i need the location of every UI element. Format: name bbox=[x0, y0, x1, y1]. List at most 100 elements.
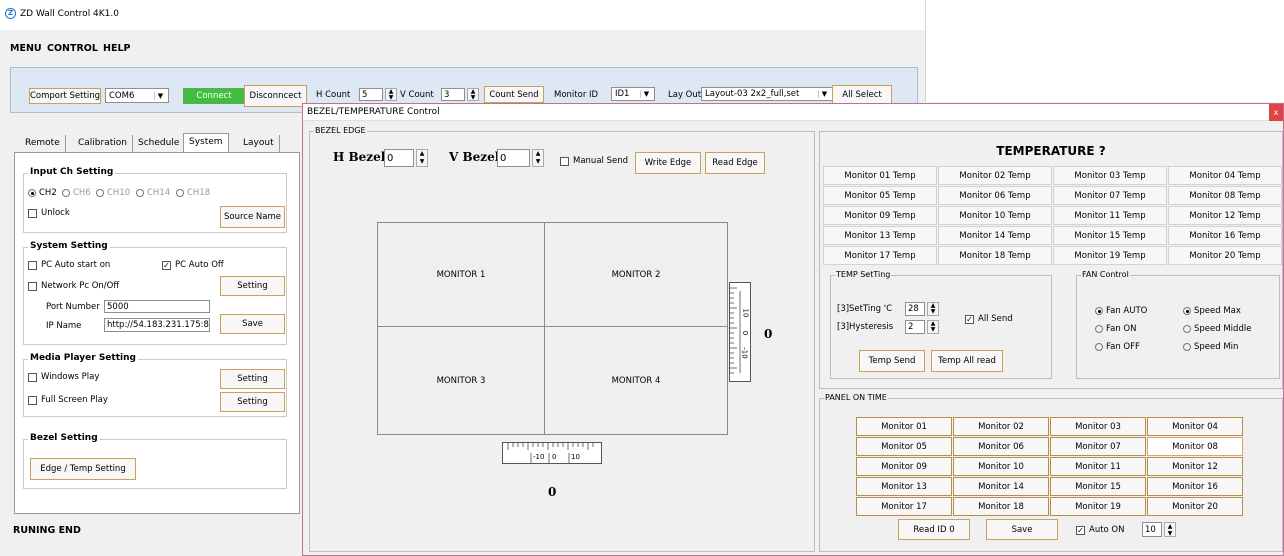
ip-name-input[interactable]: http://54.183.231.175:80 bbox=[104, 318, 210, 332]
input-ch-title: Input Ch Setting bbox=[28, 167, 116, 177]
panel-cell-monitor-17[interactable]: Monitor 17 bbox=[856, 497, 952, 516]
com-port-select[interactable]: COM6 ▼ bbox=[105, 88, 169, 103]
read-edge-button[interactable]: Read Edge bbox=[705, 152, 765, 174]
radio-ch2[interactable]: CH2 bbox=[28, 188, 57, 198]
fan-auto-radio[interactable]: Fan AUTO bbox=[1095, 306, 1147, 316]
v-count-spinner[interactable]: ▲ ▼ bbox=[467, 88, 479, 101]
speed-max-radio[interactable]: Speed Max bbox=[1183, 306, 1241, 316]
speed-min-radio[interactable]: Speed Min bbox=[1183, 342, 1238, 352]
menu-help[interactable]: HELP bbox=[103, 43, 130, 54]
all-select-button[interactable]: All Select bbox=[832, 85, 892, 105]
radio-ch10[interactable]: CH10 bbox=[96, 188, 130, 198]
tab-schedule[interactable]: Schedule bbox=[133, 135, 186, 152]
panel-cell-monitor-12[interactable]: Monitor 12 bbox=[1147, 457, 1243, 476]
pc-auto-start-checkbox[interactable]: PC Auto start on bbox=[28, 260, 110, 270]
panel-cell-monitor-13[interactable]: Monitor 13 bbox=[856, 477, 952, 496]
monitor-1-tile[interactable]: MONITOR 1 bbox=[377, 222, 545, 327]
close-icon[interactable]: x bbox=[1269, 104, 1283, 121]
panel-cell-monitor-19[interactable]: Monitor 19 bbox=[1050, 497, 1146, 516]
tab-system[interactable]: System bbox=[183, 133, 229, 153]
port-number-input[interactable]: 5000 bbox=[104, 300, 210, 313]
panel-cell-monitor-10[interactable]: Monitor 10 bbox=[953, 457, 1049, 476]
menu-control[interactable]: CONTROL bbox=[47, 43, 98, 54]
panel-cell-monitor-14[interactable]: Monitor 14 bbox=[953, 477, 1049, 496]
auto-on-checkbox[interactable]: ✓ Auto ON bbox=[1076, 525, 1125, 535]
ruler-v-label-minus10: -10 bbox=[740, 347, 749, 359]
network-pc-checkbox[interactable]: Network Pc On/Off bbox=[28, 281, 119, 291]
panel-cell-monitor-20[interactable]: Monitor 20 bbox=[1147, 497, 1243, 516]
h-bezel-input[interactable]: 0 bbox=[384, 149, 414, 167]
fan-on-radio[interactable]: Fan ON bbox=[1095, 324, 1136, 334]
v-bezel-spinner[interactable]: ▲ ▼ bbox=[532, 149, 544, 167]
radio-ch14[interactable]: CH14 bbox=[136, 188, 170, 198]
unlock-checkbox[interactable]: Unlock bbox=[28, 208, 70, 218]
source-name-button[interactable]: Source Name bbox=[220, 206, 285, 228]
panel-on-time-title: PANEL ON TIME bbox=[824, 393, 888, 402]
windows-play-checkbox[interactable]: Windows Play bbox=[28, 372, 99, 382]
disconnect-button[interactable]: Disconncect bbox=[244, 85, 307, 107]
edge-temp-setting-button[interactable]: Edge / Temp Setting bbox=[30, 458, 136, 480]
radio-ch6[interactable]: CH6 bbox=[62, 188, 91, 198]
monitor-2-tile[interactable]: MONITOR 2 bbox=[544, 222, 728, 327]
panel-save-button[interactable]: Save bbox=[986, 519, 1058, 540]
panel-cell-monitor-18[interactable]: Monitor 18 bbox=[953, 497, 1049, 516]
panel-on-time-frame: PANEL ON TIME Monitor 01 Monitor 02 Monito… bbox=[819, 393, 1283, 552]
tab-remote[interactable]: Remote bbox=[20, 135, 66, 152]
h-count-input[interactable]: 5 bbox=[359, 88, 383, 101]
panel-cell-monitor-3[interactable]: Monitor 03 bbox=[1050, 417, 1146, 436]
h-count-spinner[interactable]: ▲ ▼ bbox=[385, 88, 397, 101]
windows-play-setting-button[interactable]: Setting bbox=[220, 369, 285, 389]
panel-cell-monitor-1[interactable]: Monitor 01 bbox=[856, 417, 952, 436]
panel-cell-monitor-16[interactable]: Monitor 16 bbox=[1147, 477, 1243, 496]
auto-on-spinner[interactable]: ▲ ▼ bbox=[1164, 522, 1176, 537]
tab-calibration[interactable]: Calibration bbox=[73, 135, 133, 152]
h-bezel-spinner[interactable]: ▲ ▼ bbox=[416, 149, 428, 167]
temp-send-button[interactable]: Temp Send bbox=[859, 350, 925, 372]
manual-send-checkbox[interactable]: Manual Send bbox=[560, 156, 628, 166]
comport-setting-button[interactable]: Comport Setting bbox=[29, 88, 101, 104]
bezel-temperature-dialog: BEZEL/TEMPERATURE Control x BEZEL EDGE H… bbox=[302, 103, 1284, 556]
monitor-4-tile[interactable]: MONITOR 4 bbox=[544, 326, 728, 435]
radio-ch18[interactable]: CH18 bbox=[176, 188, 210, 198]
panel-cell-monitor-8[interactable]: Monitor 08 bbox=[1147, 437, 1243, 456]
speed-middle-radio[interactable]: Speed Middle bbox=[1183, 324, 1251, 334]
count-send-button[interactable]: Count Send bbox=[484, 86, 544, 103]
fan-off-radio[interactable]: Fan OFF bbox=[1095, 342, 1140, 352]
full-screen-play-checkbox[interactable]: Full Screen Play bbox=[28, 395, 108, 405]
panel-cell-monitor-7[interactable]: Monitor 07 bbox=[1050, 437, 1146, 456]
panel-cell-monitor-15[interactable]: Monitor 15 bbox=[1050, 477, 1146, 496]
hysteresis-spinner[interactable]: ▲ ▼ bbox=[927, 320, 939, 334]
panel-cell-monitor-4[interactable]: Monitor 04 bbox=[1147, 417, 1243, 436]
panel-cell-monitor-2[interactable]: Monitor 02 bbox=[953, 417, 1049, 436]
read-id-button[interactable]: Read ID 0 bbox=[898, 519, 970, 540]
full-screen-setting-button[interactable]: Setting bbox=[220, 392, 285, 412]
manual-send-label: Manual Send bbox=[573, 156, 628, 166]
horizontal-ruler[interactable]: -10 0 10 bbox=[502, 442, 602, 464]
pc-auto-off-checkbox[interactable]: ✓ PC Auto Off bbox=[162, 260, 224, 270]
panel-cell-monitor-5[interactable]: Monitor 05 bbox=[856, 437, 952, 456]
temp-set-input[interactable]: 28 bbox=[905, 302, 925, 316]
system-save-button[interactable]: Save bbox=[220, 314, 285, 334]
layout-select[interactable]: Layout-03 2x2_full,set ▼ bbox=[701, 87, 833, 101]
vertical-ruler[interactable]: 10 0 -10 bbox=[729, 282, 751, 382]
bezel-setting-title: Bezel Setting bbox=[28, 433, 100, 443]
hysteresis-input[interactable]: 2 bbox=[905, 320, 925, 334]
panel-cell-monitor-6[interactable]: Monitor 06 bbox=[953, 437, 1049, 456]
v-bezel-input[interactable]: 0 bbox=[497, 149, 530, 167]
temp-all-read-button[interactable]: Temp All read bbox=[931, 350, 1003, 372]
monitor-id-select[interactable]: ID1 ▼ bbox=[611, 87, 655, 101]
write-edge-button[interactable]: Write Edge bbox=[635, 152, 701, 174]
temp-set-spinner[interactable]: ▲ ▼ bbox=[927, 302, 939, 316]
connect-button[interactable]: Connect bbox=[183, 88, 245, 104]
speed-middle-label: Speed Middle bbox=[1194, 324, 1252, 334]
menu-menu[interactable]: MENU bbox=[10, 43, 42, 54]
all-send-checkbox[interactable]: ✓ All Send bbox=[965, 314, 1013, 324]
monitor-3-tile[interactable]: MONITOR 3 bbox=[377, 326, 545, 435]
panel-cell-monitor-11[interactable]: Monitor 11 bbox=[1050, 457, 1146, 476]
panel-cell-monitor-9[interactable]: Monitor 09 bbox=[856, 457, 952, 476]
v-count-input[interactable]: 3 bbox=[441, 88, 465, 101]
network-setting-button[interactable]: Setting bbox=[220, 276, 285, 296]
fan-on-label: Fan ON bbox=[1106, 324, 1137, 334]
auto-on-input[interactable]: 10 bbox=[1142, 522, 1162, 537]
tab-layout[interactable]: Layout bbox=[238, 135, 280, 152]
